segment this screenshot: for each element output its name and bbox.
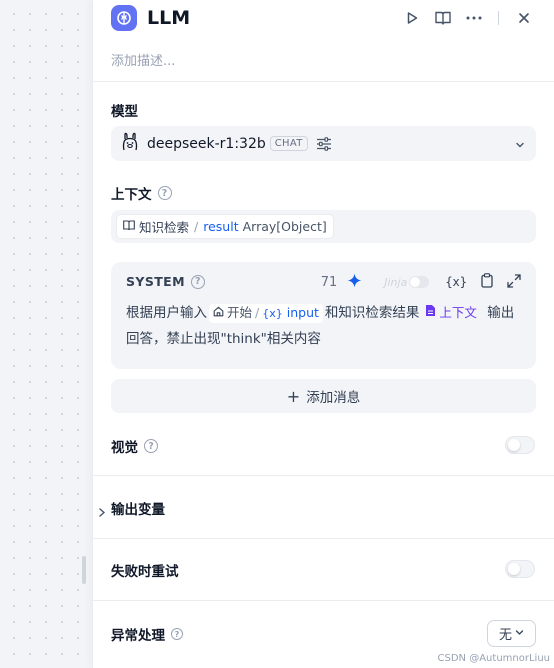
more-icon[interactable] xyxy=(462,6,486,30)
output-vars-label-text: 输出变量 xyxy=(111,502,165,518)
variable-name: result xyxy=(203,219,239,234)
chip-node-name: 开始 xyxy=(227,305,253,320)
vision-toggle[interactable] xyxy=(505,436,535,454)
model-selector[interactable]: deepseek-r1:32b CHAT xyxy=(111,126,536,161)
output-vars-label[interactable]: 输出变量 xyxy=(111,498,165,518)
start-input-variable-chip[interactable]: 开始 / {x} input xyxy=(209,303,323,323)
system-prompt-editor[interactable]: SYSTEM ? 71 Jinja {x} 根据用户输入 开始 / {x} input… xyxy=(111,262,536,369)
expand-icon[interactable] xyxy=(507,273,521,292)
book-open-icon xyxy=(123,219,135,234)
sliders-icon[interactable] xyxy=(316,136,332,151)
llm-node-panel: LLM 添加描述... 模型 deepseek-r1:32b CHAT 上下文 … xyxy=(92,0,554,668)
jinja-toggle[interactable] xyxy=(409,276,430,288)
prompt-toolbar: 71 Jinja {x} xyxy=(321,272,521,292)
vision-label: 视觉 ? xyxy=(111,436,158,456)
variable-separator: / xyxy=(194,219,199,234)
error-handling-value: 无 xyxy=(498,628,512,643)
prompt-text[interactable]: 根据用户输入 开始 / {x} input 和知识检索结果 上下文 输出回答，禁止出现"t… xyxy=(126,300,521,352)
watermark: CSDN @AutumnorLiuu xyxy=(437,653,550,664)
char-count: 71 xyxy=(320,274,338,290)
chip-var-name: {x} input xyxy=(262,300,319,327)
file-icon xyxy=(425,300,436,326)
context-variable-chip[interactable]: 知识检索 / result Array[Object] xyxy=(116,214,334,239)
error-handling-label-text: 异常处理 xyxy=(111,628,165,644)
model-label-text: 模型 xyxy=(111,104,138,120)
divider xyxy=(93,81,554,82)
help-icon[interactable]: ? xyxy=(144,439,158,453)
workflow-canvas xyxy=(0,0,92,668)
vision-label-text: 视觉 xyxy=(111,440,138,456)
panel-resize-handle[interactable] xyxy=(82,556,86,584)
close-icon[interactable] xyxy=(512,6,536,30)
retry-label-text: 失败时重试 xyxy=(111,564,179,580)
retry-label: 失败时重试 xyxy=(111,560,179,580)
variable-type: Array[Object] xyxy=(242,219,327,234)
ollama-logo-icon xyxy=(121,132,139,156)
home-icon xyxy=(213,300,224,326)
chip-separator: / xyxy=(255,305,260,320)
variable-brace-icon: {x} xyxy=(262,306,283,320)
context-chip-label: 上下文 xyxy=(439,305,477,320)
divider xyxy=(93,600,554,601)
context-label: 上下文 ? xyxy=(111,183,172,203)
help-icon[interactable]: ? xyxy=(190,274,205,289)
model-label: 模型 xyxy=(111,100,138,120)
context-variable-field[interactable]: 知识检索 / result Array[Object] xyxy=(111,210,536,243)
chevron-down-icon xyxy=(515,626,524,641)
error-handling-label: 异常处理 ? xyxy=(111,624,183,644)
header-separator xyxy=(498,11,499,25)
prompt-role: SYSTEM ? xyxy=(126,274,205,289)
context-label-text: 上下文 xyxy=(111,187,152,203)
jinja-label: Jinja xyxy=(384,275,408,289)
chip-var-text: input xyxy=(286,304,319,320)
divider xyxy=(93,538,554,539)
brain-icon xyxy=(111,5,137,31)
retry-toggle[interactable] xyxy=(505,560,535,578)
context-chip[interactable]: 上下文 xyxy=(421,304,481,323)
plus-icon: + xyxy=(286,386,301,406)
clipboard-icon[interactable] xyxy=(481,272,493,292)
model-name: deepseek-r1:32b xyxy=(147,135,266,152)
header-actions xyxy=(393,4,536,32)
play-icon[interactable] xyxy=(400,6,424,30)
chevron-right-icon[interactable] xyxy=(99,502,106,521)
help-icon[interactable]: ? xyxy=(171,628,183,640)
prompt-role-text: SYSTEM xyxy=(126,274,185,289)
book-icon[interactable] xyxy=(431,6,455,30)
sparkle-icon[interactable] xyxy=(347,273,362,292)
node-title[interactable]: LLM xyxy=(147,7,190,29)
prompt-text-segment: 根据用户输入 xyxy=(126,305,207,321)
error-handling-select[interactable]: 无 xyxy=(487,620,536,647)
insert-variable-icon[interactable]: {x} xyxy=(445,275,467,289)
add-message-label: 添加消息 xyxy=(306,390,361,406)
add-message-button[interactable]: + 添加消息 xyxy=(111,379,536,413)
prompt-text-segment: 和知识检索结果 xyxy=(324,305,420,321)
divider xyxy=(93,475,554,476)
description-input[interactable]: 添加描述... xyxy=(111,50,175,69)
help-icon[interactable]: ? xyxy=(157,186,172,200)
mode-badge: CHAT xyxy=(269,136,308,151)
chevron-down-icon xyxy=(514,136,526,155)
panel-header: LLM xyxy=(111,4,536,32)
variable-node-name: 知识检索 xyxy=(139,220,190,235)
